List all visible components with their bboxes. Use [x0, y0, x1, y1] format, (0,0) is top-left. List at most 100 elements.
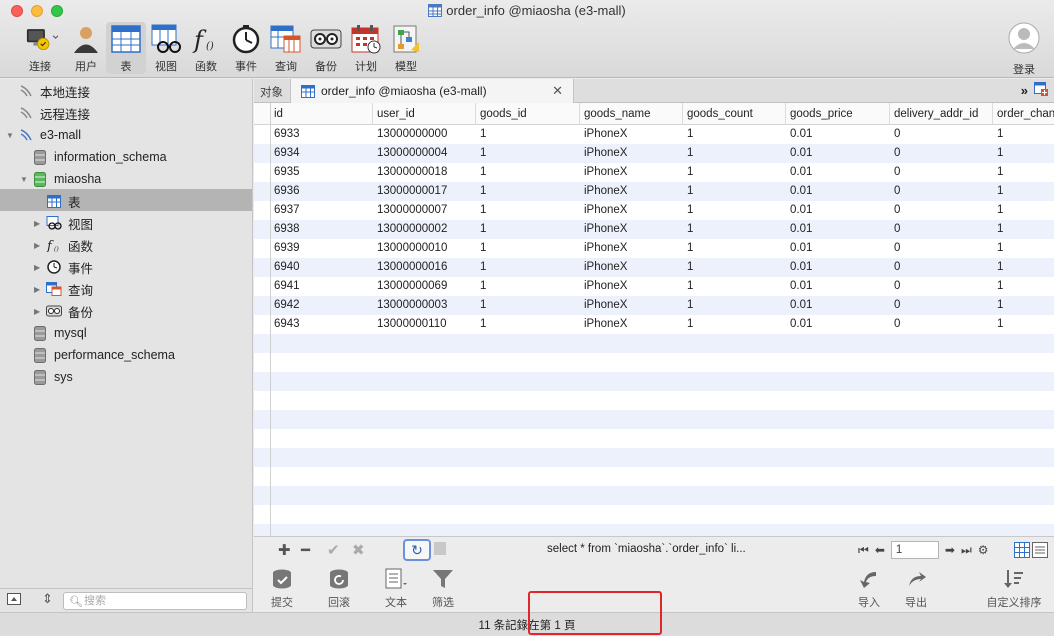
text-view-button[interactable]: 文本	[371, 564, 421, 610]
toolbar-function-button[interactable]: f() 函数	[186, 22, 226, 74]
table-cell[interactable]: 1	[476, 296, 486, 315]
table-cell[interactable]: 1	[683, 163, 693, 182]
table-cell[interactable]: 1	[683, 296, 693, 315]
sidebar-item-events[interactable]: ▶ 事件	[34, 257, 93, 277]
table-cell[interactable]: 1	[476, 277, 486, 296]
table-cell[interactable]: 1	[683, 239, 693, 258]
last-page-icon[interactable]: ⏭	[961, 543, 972, 558]
table-cell[interactable]: 1	[476, 125, 486, 144]
table-cell[interactable]: iPhoneX	[580, 258, 627, 277]
table-cell[interactable]: 0.01	[786, 239, 812, 258]
sidebar-search-input[interactable]: 🔍︎ 搜索	[63, 592, 247, 610]
table-cell[interactable]: 6933	[270, 125, 300, 144]
table-cell[interactable]: 13000000002	[373, 220, 447, 239]
table-cell[interactable]: iPhoneX	[580, 182, 627, 201]
sidebar-item-queries[interactable]: ▶ 查询	[34, 279, 93, 299]
table-cell[interactable]: 13000000000	[373, 125, 447, 144]
table-cell[interactable]: iPhoneX	[580, 315, 627, 334]
table-cell[interactable]: 1	[993, 258, 1003, 277]
table-cell[interactable]: 1	[993, 163, 1003, 182]
table-cell[interactable]: 1	[993, 125, 1003, 144]
stop-icon[interactable]	[434, 542, 446, 555]
table-cell[interactable]: 1	[993, 220, 1003, 239]
table-cell[interactable]: 0.01	[786, 201, 812, 220]
column-header[interactable]: delivery_addr_id	[890, 103, 993, 125]
table-cell[interactable]: 0.01	[786, 163, 812, 182]
add-row-icon[interactable]: ✚	[278, 541, 291, 559]
table-cell[interactable]: 1	[993, 296, 1003, 315]
table-cell[interactable]: 1	[993, 144, 1003, 163]
table-cell[interactable]: 1	[476, 144, 486, 163]
sql-preview[interactable]: select * from `miaosha`.`order_info` li.…	[547, 543, 746, 555]
custom-sort-button[interactable]: 自定义排序	[984, 564, 1044, 610]
sidebar-item-tables[interactable]: 表	[34, 191, 81, 211]
chevron-right-icon[interactable]: ▶	[34, 219, 44, 228]
import-button[interactable]: 导入	[844, 564, 894, 610]
grid-view-icon[interactable]	[1014, 542, 1030, 562]
chevron-down-icon[interactable]: ▼	[20, 175, 30, 184]
table-row[interactable]: 6939 13000000010 1 iPhoneX 1 0.01 0 1	[254, 239, 1054, 258]
delete-row-icon[interactable]: ━	[301, 541, 310, 559]
refresh-button[interactable]: ↻	[403, 539, 431, 561]
prev-page-icon[interactable]: ⬅	[875, 543, 885, 557]
table-cell[interactable]: 6939	[270, 239, 300, 258]
table-row[interactable]: 6934 13000000004 1 iPhoneX 1 0.01 0 1	[254, 144, 1054, 163]
table-cell[interactable]: 1	[476, 163, 486, 182]
sidebar-item-remote-connection[interactable]: 远程连接	[6, 103, 90, 123]
table-cell[interactable]: 0.01	[786, 144, 812, 163]
toggle-sidebar-icon[interactable]	[7, 593, 21, 608]
table-cell[interactable]: 0.01	[786, 296, 812, 315]
overflow-tabs-icon[interactable]: »	[1021, 83, 1028, 98]
table-cell[interactable]: 13000000003	[373, 296, 447, 315]
table-cell[interactable]: 6942	[270, 296, 300, 315]
toolbar-event-button[interactable]: 事件	[226, 22, 266, 74]
table-cell[interactable]: 0.01	[786, 315, 812, 334]
first-page-icon[interactable]: ⏮	[858, 543, 869, 558]
filter-button[interactable]: 筛选	[418, 564, 468, 610]
table-cell[interactable]: 1	[683, 220, 693, 239]
table-cell[interactable]: 13000000018	[373, 163, 447, 182]
tab-objects[interactable]: 对象	[260, 84, 283, 100]
column-header[interactable]: goods_id	[476, 103, 580, 125]
sidebar-item-local-connection[interactable]: 本地连接	[6, 81, 90, 101]
chevron-right-icon[interactable]: ▶	[34, 307, 44, 316]
table-cell[interactable]: 1	[476, 315, 486, 334]
table-cell[interactable]: 1	[476, 258, 486, 277]
sidebar-item-information-schema[interactable]: information_schema	[20, 147, 167, 167]
close-tab-icon[interactable]: ✕	[552, 83, 563, 99]
column-header[interactable]: id	[270, 103, 373, 125]
table-cell[interactable]: 1	[476, 239, 486, 258]
table-cell[interactable]: iPhoneX	[580, 296, 627, 315]
table-row[interactable]: 6940 13000000016 1 iPhoneX 1 0.01 0 1	[254, 258, 1054, 277]
sidebar-item-views[interactable]: ▶ 视图	[34, 213, 93, 233]
column-header[interactable]: order_chan	[993, 103, 1054, 125]
column-header[interactable]: user_id	[373, 103, 476, 125]
table-cell[interactable]: iPhoneX	[580, 125, 627, 144]
table-cell[interactable]: iPhoneX	[580, 239, 627, 258]
next-page-icon[interactable]: ➡	[945, 543, 955, 557]
table-cell[interactable]: 0	[890, 182, 900, 201]
toolbar-model-button[interactable]: 模型	[386, 22, 426, 74]
table-row[interactable]: 6935 13000000018 1 iPhoneX 1 0.01 0 1	[254, 163, 1054, 182]
table-cell[interactable]: iPhoneX	[580, 220, 627, 239]
table-cell[interactable]: 13000000110	[373, 315, 447, 334]
table-cell[interactable]: 0	[890, 277, 900, 296]
sidebar-item-performance-schema[interactable]: performance_schema	[20, 345, 175, 365]
table-cell[interactable]: 6934	[270, 144, 300, 163]
table-cell[interactable]: 0	[890, 315, 900, 334]
table-cell[interactable]: 13000000010	[373, 239, 447, 258]
table-cell[interactable]: 6938	[270, 220, 300, 239]
tab-order-info[interactable]: order_info @miaosha (e3-mall) ✕	[290, 79, 574, 103]
table-cell[interactable]: 1	[683, 258, 693, 277]
toolbar-user-button[interactable]: 用户	[66, 22, 106, 74]
table-row[interactable]: 6943 13000000110 1 iPhoneX 1 0.01 0 1	[254, 315, 1054, 334]
table-cell[interactable]: 0	[890, 163, 900, 182]
table-cell[interactable]: 0	[890, 144, 900, 163]
table-cell[interactable]: 0.01	[786, 220, 812, 239]
table-cell[interactable]: 0	[890, 239, 900, 258]
sort-stepper-icon[interactable]: ⇕	[42, 591, 53, 607]
sidebar-item-e3-mall[interactable]: ▼ e3-mall	[6, 125, 81, 145]
table-cell[interactable]: 0.01	[786, 125, 812, 144]
table-row[interactable]: 6942 13000000003 1 iPhoneX 1 0.01 0 1	[254, 296, 1054, 315]
column-header[interactable]: goods_price	[786, 103, 890, 125]
